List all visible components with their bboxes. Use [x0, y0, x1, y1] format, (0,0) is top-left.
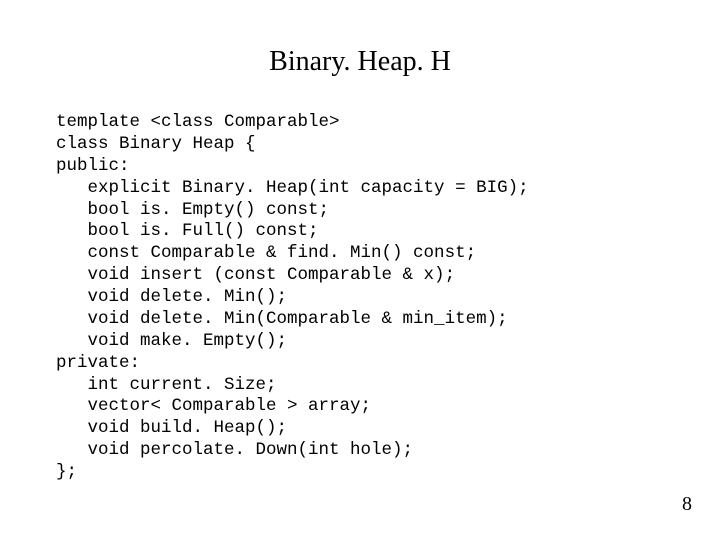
slide-title: Binary. Heap. H	[0, 46, 720, 78]
code-block: template <class Comparable> class Binary…	[56, 112, 529, 484]
page-number: 8	[682, 493, 692, 516]
slide: Binary. Heap. H template <class Comparab…	[0, 0, 720, 540]
